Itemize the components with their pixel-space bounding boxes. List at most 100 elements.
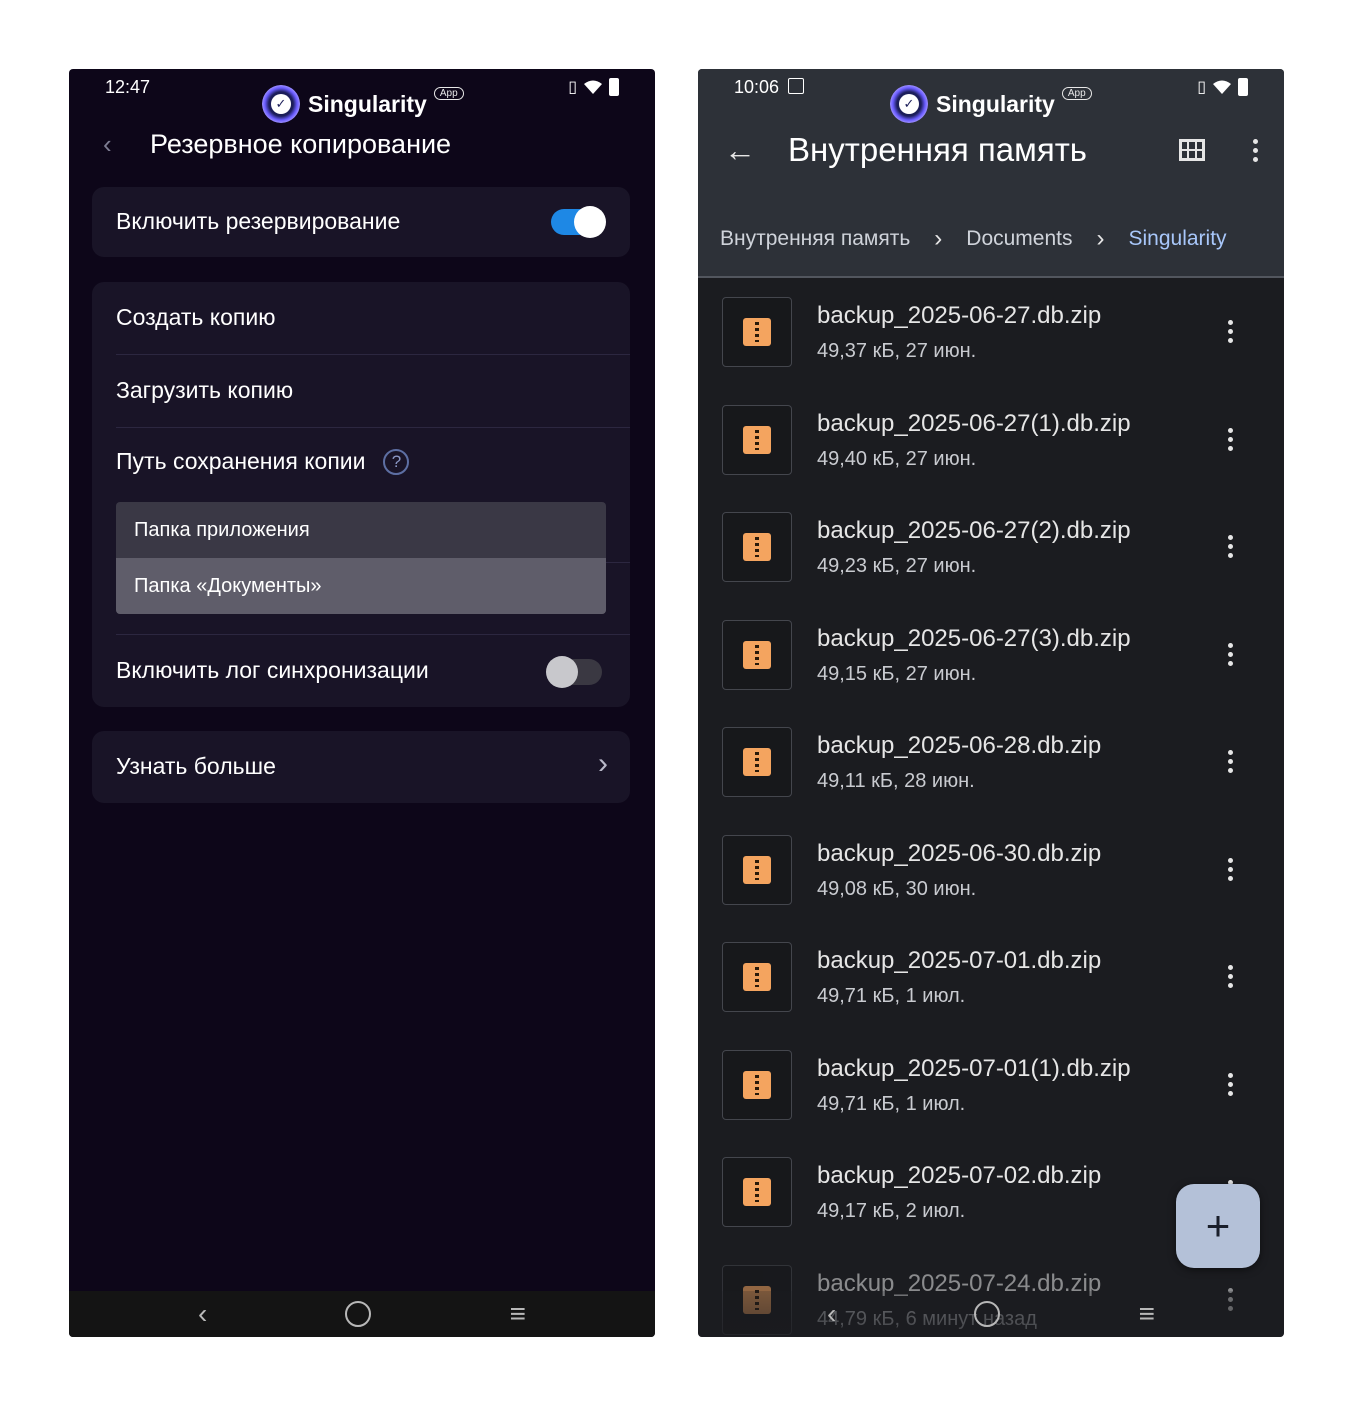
file-thumbnail — [722, 834, 792, 905]
nav-menu-icon[interactable]: ≡ — [510, 1298, 526, 1330]
file-meta: 49,40 кБ, 27 июн. — [817, 447, 977, 470]
file-name: backup_2025-07-01(1).db.zip — [817, 1054, 1131, 1082]
file-thumbnail — [722, 297, 792, 367]
help-icon[interactable]: ? — [383, 448, 410, 475]
status-icons: ▯ — [1197, 77, 1248, 97]
sync-log-toggle[interactable] — [546, 656, 602, 688]
toggle-knob — [574, 206, 606, 238]
grid-view-icon[interactable] — [1179, 139, 1205, 161]
system-nav-bar: ‹ ≡ — [69, 1291, 655, 1337]
backup-options-card: Создать копию Загрузить копию Путь сохра… — [92, 282, 630, 707]
status-icons: ▯ — [568, 77, 619, 97]
file-thumbnail — [722, 727, 792, 797]
file-list: backup_2025-06-27.db.zip 49,37 кБ, 27 июн… — [698, 280, 1284, 1337]
zip-archive-icon — [743, 963, 771, 991]
zip-archive-icon — [743, 1070, 771, 1099]
wifi-icon — [1213, 80, 1231, 94]
save-path-dropdown: Папка приложения Папка «Документы» — [116, 502, 606, 614]
file-name: backup_2025-07-01.db.zip — [817, 947, 1102, 974]
create-copy-button[interactable]: Создать копию — [116, 304, 275, 331]
load-copy-button[interactable]: Загрузить копию — [116, 377, 293, 404]
vibrate-icon: ▯ — [568, 79, 577, 96]
zip-archive-icon — [743, 533, 771, 561]
file-name: backup_2025-06-27(1).db.zip — [817, 409, 1131, 437]
breadcrumb: Внутренняя память › Documents › Singular… — [720, 225, 1227, 253]
file-manager-screen: 10:06 ▯ ✓ Singularity App ← Внутренняя п… — [698, 69, 1284, 1337]
brand-name: Singularity — [936, 90, 1055, 117]
toggle-knob — [546, 656, 578, 688]
file-row[interactable]: backup_2025-06-27(1).db.zip 49,40 кБ, 27 … — [698, 388, 1284, 496]
status-time: 12:47 — [105, 77, 151, 97]
backup-settings-screen: 12:47 ▯ ✓ Singularity App ‹ Резервное ко… — [69, 69, 655, 1337]
zip-archive-icon — [743, 1178, 771, 1206]
file-name: backup_2025-06-28.db.zip — [817, 732, 1102, 759]
header: ‹ Резервное копирование — [103, 129, 451, 160]
nav-back-icon[interactable]: ‹ — [198, 1298, 207, 1330]
file-thumbnail — [722, 1049, 792, 1120]
zip-archive-icon — [743, 855, 771, 884]
header: ← Внутренняя память — [724, 131, 1258, 169]
nav-menu-icon[interactable]: ≡ — [1139, 1298, 1155, 1330]
file-meta: 49,71 кБ, 1 июл. — [817, 985, 966, 1007]
file-more-icon[interactable] — [1228, 965, 1233, 988]
battery-icon — [1238, 78, 1248, 96]
page-title: Внутренняя память — [788, 131, 1087, 168]
chevron-right-icon: › — [1096, 225, 1105, 252]
file-more-icon[interactable] — [1228, 320, 1233, 343]
file-thumbnail — [722, 942, 792, 1012]
file-row[interactable]: backup_2025-06-27(2).db.zip 49,23 кБ, 27 … — [698, 495, 1284, 603]
file-more-icon[interactable] — [1228, 857, 1233, 881]
file-more-icon[interactable] — [1228, 642, 1233, 666]
nav-home-icon[interactable] — [345, 1301, 372, 1327]
breadcrumb-singularity[interactable]: Singularity — [1129, 227, 1227, 251]
brand: ✓ Singularity App — [262, 85, 464, 123]
brand-badge: App — [433, 87, 464, 100]
brand-name: Singularity — [308, 90, 427, 117]
enable-backup-toggle[interactable] — [551, 206, 606, 238]
zip-archive-icon — [743, 748, 771, 776]
file-name: backup_2025-06-27.db.zip — [817, 302, 1102, 329]
sync-log-label: Включить лог синхронизации — [116, 657, 429, 683]
file-name: backup_2025-06-30.db.zip — [817, 839, 1102, 867]
path-option-app-folder[interactable]: Папка приложения — [116, 502, 606, 558]
add-fab-button[interactable]: + — [1176, 1184, 1260, 1268]
file-more-icon[interactable] — [1228, 1072, 1233, 1096]
back-arrow-icon[interactable]: ← — [724, 132, 764, 169]
divider — [116, 427, 630, 428]
file-thumbnail — [722, 512, 792, 582]
file-name: backup_2025-06-27(3).db.zip — [817, 624, 1131, 652]
enable-backup-card[interactable]: Включить резервирование — [92, 187, 630, 257]
file-name: backup_2025-07-02.db.zip — [817, 1162, 1102, 1189]
nav-home-icon[interactable] — [974, 1301, 1001, 1327]
file-row[interactable]: backup_2025-07-01(1).db.zip 49,71 кБ, 1 и… — [698, 1033, 1284, 1141]
file-more-icon[interactable] — [1228, 535, 1233, 558]
file-thumbnail — [722, 404, 792, 475]
learn-more-label: Узнать больше — [116, 753, 276, 779]
enable-backup-label: Включить резервирование — [116, 208, 401, 234]
file-meta: 49,23 кБ, 27 июн. — [817, 555, 977, 577]
file-more-icon[interactable] — [1228, 750, 1233, 773]
save-path-row[interactable]: Путь сохранения копии ? — [116, 448, 410, 475]
nav-back-icon[interactable]: ‹ — [827, 1298, 836, 1330]
file-row[interactable]: backup_2025-06-27.db.zip 49,37 кБ, 27 июн… — [698, 280, 1284, 388]
file-meta: 49,15 кБ, 27 июн. — [817, 662, 977, 685]
file-row[interactable]: backup_2025-06-28.db.zip 49,11 кБ, 28 июн… — [698, 710, 1284, 818]
breadcrumb-documents[interactable]: Documents — [966, 227, 1072, 251]
vibrate-icon: ▯ — [1197, 79, 1206, 96]
brand-badge: App — [1061, 87, 1092, 100]
file-row[interactable]: backup_2025-07-01.db.zip 49,71 кБ, 1 июл. — [698, 925, 1284, 1033]
file-meta: 49,11 кБ, 28 июн. — [817, 770, 975, 792]
back-chevron-icon[interactable]: ‹ — [103, 129, 133, 160]
learn-more-card[interactable]: Узнать больше › — [92, 731, 630, 803]
file-row[interactable]: backup_2025-06-30.db.zip 49,08 кБ, 30 июн… — [698, 818, 1284, 926]
app-bar: 10:06 ▯ ✓ Singularity App ← Внутренняя п… — [698, 69, 1284, 278]
chevron-right-icon: › — [934, 225, 943, 252]
singularity-logo-icon: ✓ — [890, 85, 928, 123]
file-meta: 49,17 кБ, 2 июл. — [817, 1200, 966, 1222]
file-more-icon[interactable] — [1228, 427, 1233, 451]
path-option-documents-folder[interactable]: Папка «Документы» — [116, 558, 606, 614]
file-meta: 49,71 кБ, 1 июл. — [817, 1092, 966, 1115]
file-row[interactable]: backup_2025-06-27(3).db.zip 49,15 кБ, 27 … — [698, 603, 1284, 711]
breadcrumb-internal-storage[interactable]: Внутренняя память — [720, 227, 910, 251]
more-options-icon[interactable] — [1253, 138, 1258, 162]
